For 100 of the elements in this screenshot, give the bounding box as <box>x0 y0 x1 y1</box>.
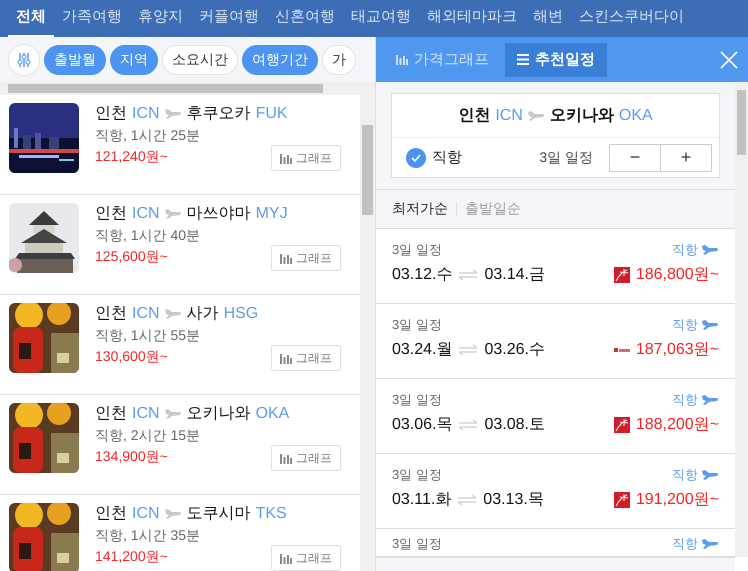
check-icon <box>411 154 421 162</box>
departure-date: 03.24.월 <box>392 340 452 360</box>
origin-city: 인천 <box>95 504 127 524</box>
airline-logo-icon <box>614 416 630 432</box>
flight-info: 직항, 1시간 55분 <box>95 327 200 345</box>
price: 188,200원~ <box>636 415 719 435</box>
category-tab[interactable]: 가족여행 <box>54 0 130 37</box>
panel-tab[interactable]: 가격그래프 <box>384 42 501 76</box>
filter-chip[interactable]: 지역 <box>110 44 158 74</box>
airport-code: MYJ <box>256 204 288 222</box>
swap-arrows-icon <box>458 344 478 356</box>
plane-icon <box>702 395 719 405</box>
category-tab[interactable]: 휴양지 <box>130 0 191 37</box>
destination-city: 사가 <box>186 304 219 324</box>
sort-tab[interactable]: 출발일순 <box>465 200 521 218</box>
destination-city: 오키나와 <box>186 404 251 424</box>
category-tab[interactable]: 해변 <box>525 0 571 37</box>
plane-icon <box>164 108 182 118</box>
return-date: 03.14.금 <box>484 265 545 285</box>
panel-tab[interactable]: 추천일정 <box>505 42 607 76</box>
price: 186,800원~ <box>636 265 719 285</box>
price: 187,063원~ <box>636 340 719 360</box>
departure-date: 03.06.목 <box>392 415 452 435</box>
destination-city: 후쿠오카 <box>186 104 251 124</box>
itinerary-row[interactable]: 3일 일정 직항 03.12.수 03.14.금 186,800원~ <box>376 229 735 304</box>
plane-icon <box>702 539 719 549</box>
flight-info: 직항, 2시간 15분 <box>95 427 200 445</box>
filter-chip[interactable]: 출발월 <box>44 44 106 74</box>
plane-icon <box>164 208 182 218</box>
graph-button[interactable]: 그래프 <box>271 445 341 471</box>
graph-button[interactable]: 그래프 <box>271 545 341 571</box>
category-tab[interactable]: 커플여행 <box>191 0 267 37</box>
horizontal-scrollbar[interactable] <box>0 82 375 95</box>
airport-code: HSG <box>224 304 258 322</box>
plane-icon <box>528 110 545 120</box>
bar-chart-icon <box>280 452 292 464</box>
airport-code: OKA <box>256 404 290 422</box>
category-tab[interactable]: 태교여행 <box>343 0 419 37</box>
vertical-scrollbar[interactable] <box>360 95 375 571</box>
increase-button[interactable]: + <box>660 144 712 172</box>
origin-city: 인천 <box>95 404 127 424</box>
price: 134,900원~ <box>95 448 168 466</box>
bar-chart-icon <box>396 54 408 65</box>
filter-chip[interactable]: 소요시간 <box>162 44 238 74</box>
trip-length: 3일 일정 <box>392 391 442 409</box>
airport-code: ICN <box>495 106 523 124</box>
price: 121,240원~ <box>95 148 168 166</box>
itinerary-row[interactable]: 3일 일정 직항 03.24.월 03.26.수 187,063원~ <box>376 304 735 379</box>
direct-flight-label: 직항 <box>672 391 719 409</box>
sort-tab[interactable]: 최저가순 <box>392 200 448 218</box>
flight-info: 직항, 1시간 25분 <box>95 127 200 145</box>
plane-icon <box>164 308 182 318</box>
graph-button[interactable]: 그래프 <box>271 145 341 171</box>
bar-chart-icon <box>280 152 292 164</box>
destination-city: 도쿠시마 <box>186 504 251 524</box>
decrease-button[interactable]: − <box>609 144 661 172</box>
trip-length: 3일 일정 <box>539 148 593 166</box>
price: 141,200원~ <box>95 548 168 566</box>
origin-city: 인천 <box>95 104 127 124</box>
airport-code: ICN <box>132 204 160 222</box>
vertical-scrollbar[interactable] <box>735 82 748 557</box>
origin-city: 인천 <box>458 106 490 126</box>
graph-button[interactable]: 그래프 <box>271 345 341 371</box>
price: 191,200원~ <box>636 490 719 510</box>
return-date: 03.26.수 <box>484 340 545 360</box>
plane-icon <box>702 245 719 255</box>
airport-code: TKS <box>256 504 287 522</box>
close-icon <box>720 50 738 68</box>
category-tab[interactable]: 스킨스쿠버다이 <box>571 0 692 37</box>
origin-city: 인천 <box>95 304 127 324</box>
bar-chart-icon <box>280 552 292 564</box>
filter-settings-button[interactable] <box>8 44 40 76</box>
price: 125,600원~ <box>95 248 168 266</box>
itinerary-row[interactable]: 3일 일정 직항 03.11.화 03.13.목 191,200원~ <box>376 454 735 529</box>
itinerary-row[interactable]: 3일 일정 직항 03.06.목 03.08.토 188,200원~ <box>376 379 735 454</box>
departure-date: 03.11.화 <box>392 490 452 510</box>
direct-flight-label: 직항 <box>672 535 719 553</box>
airport-code: ICN <box>132 104 160 122</box>
category-tab[interactable]: 신혼여행 <box>267 0 343 37</box>
destination-city: 오키나와 <box>550 106 614 126</box>
airport-code: ICN <box>132 404 160 422</box>
trip-length: 3일 일정 <box>392 535 442 553</box>
filter-chip[interactable]: 가 <box>322 44 356 74</box>
airport-code: FUK <box>256 104 288 122</box>
direct-checkbox[interactable] <box>406 148 426 168</box>
destination-city: 마쓰야마 <box>186 204 251 224</box>
close-button[interactable] <box>720 50 738 68</box>
filter-chip[interactable]: 여행기간 <box>242 44 318 74</box>
list-icon <box>517 54 529 65</box>
airport-code: ICN <box>132 304 160 322</box>
departure-date: 03.12.수 <box>392 265 452 285</box>
flight-info: 직항, 1시간 35분 <box>95 527 200 545</box>
graph-button[interactable]: 그래프 <box>271 245 341 271</box>
itinerary-row[interactable]: 3일 일정 직항 <box>376 529 735 557</box>
swap-arrows-icon <box>457 494 478 506</box>
plane-icon <box>702 470 719 480</box>
category-tab[interactable]: 해외테마파크 <box>419 0 525 37</box>
flight-info: 직항, 1시간 40분 <box>95 227 200 245</box>
bar-chart-icon <box>280 252 292 264</box>
airport-code: ICN <box>132 504 160 522</box>
